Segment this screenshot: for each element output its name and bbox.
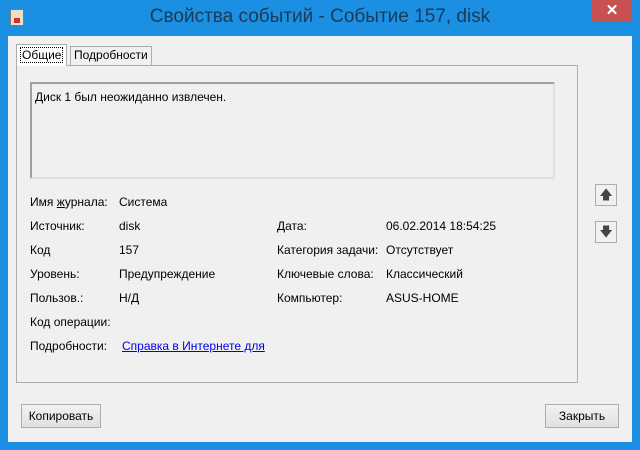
date-label: Дата:: [277, 219, 307, 233]
tab-general-label: Общие: [20, 47, 64, 63]
date-value: 06.02.2014 18:54:25: [386, 219, 497, 233]
window-title: Свойства событий - Событие 157, disk: [149, 6, 491, 27]
close-button[interactable]: Закрыть: [545, 404, 619, 428]
tab-details[interactable]: Подробности: [70, 46, 152, 65]
event-id-label: Код: [30, 243, 51, 257]
next-event-button[interactable]: 🡇: [595, 221, 617, 243]
event-description-box[interactable]: Диск 1 был неожиданно извлечен.: [30, 82, 555, 179]
keywords-label: Ключевые слова:: [277, 267, 374, 281]
copy-button[interactable]: Копировать: [21, 404, 101, 428]
tab-general[interactable]: Общие: [16, 44, 68, 66]
source-value: disk: [119, 219, 141, 233]
arrow-up-icon: 🡅: [599, 187, 613, 202]
task-category-label: Категория задачи:: [277, 243, 379, 257]
source-label: Источник:: [30, 219, 85, 233]
opcode-label: Код операции:: [30, 315, 111, 329]
more-info-label: Подробности:: [30, 339, 108, 353]
computer-label: Компьютер:: [277, 291, 343, 305]
event-id-value: 157: [119, 243, 140, 257]
task-category-value: Отсутствует: [386, 243, 454, 257]
online-help-link[interactable]: Справка в Интернете для: [122, 339, 265, 353]
log-name-label: Имя журнала:: [30, 195, 108, 209]
arrow-down-icon: 🡇: [599, 224, 613, 239]
keywords-value: Классический: [386, 267, 463, 281]
level-label: Уровень:: [30, 267, 80, 281]
log-name-value: Система: [119, 195, 168, 209]
previous-event-button[interactable]: 🡅: [595, 184, 617, 206]
level-value: Предупреждение: [119, 267, 216, 281]
user-value: Н/Д: [119, 291, 140, 305]
window-close-button[interactable]: ✕: [592, 0, 632, 22]
user-label: Пользов.:: [30, 291, 84, 305]
computer-value: ASUS-HOME: [386, 291, 459, 305]
